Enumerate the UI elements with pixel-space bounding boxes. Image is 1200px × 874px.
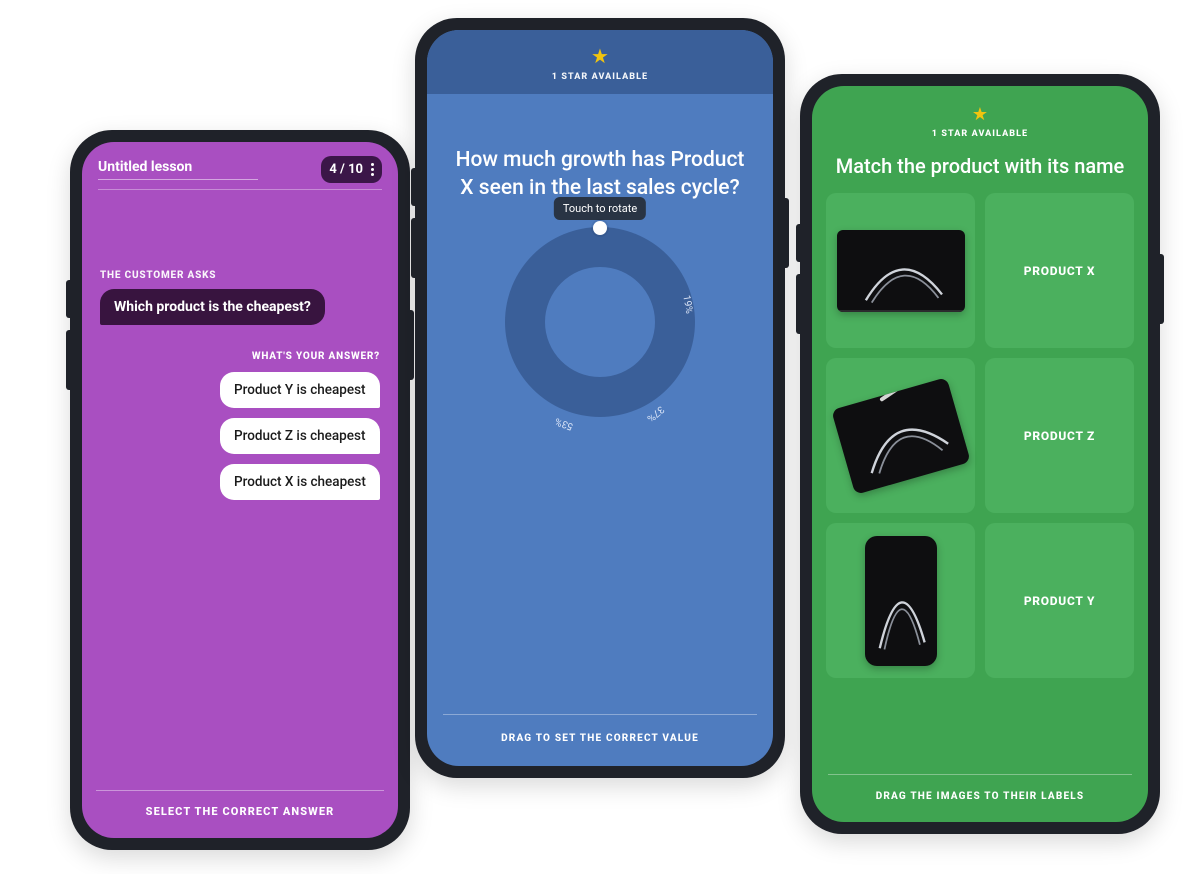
customer-asks-label: THE CUSTOMER ASKS <box>100 270 380 281</box>
product-label: PRODUCT Y <box>1024 594 1095 608</box>
product-label: PRODUCT Z <box>1024 429 1095 443</box>
rotary-dial[interactable]: Touch to rotate 19% 37% 53% <box>505 227 695 417</box>
answer-option[interactable]: Product X is cheapest <box>220 464 380 500</box>
dial-handle[interactable] <box>593 221 607 235</box>
match-label-cell[interactable]: PRODUCT Y <box>985 523 1134 678</box>
dial-ring[interactable] <box>505 227 695 417</box>
screen-blue: ★ 1 STAR AVAILABLE How much growth has P… <box>427 30 773 766</box>
match-label-cell[interactable]: PRODUCT X <box>985 193 1134 348</box>
match-image-tablet[interactable] <box>826 358 975 513</box>
dial-center <box>545 267 655 377</box>
dial-tick: 19% <box>681 294 695 314</box>
star-banner: ★ 1 STAR AVAILABLE <box>427 30 773 94</box>
answer-option[interactable]: Product Y is cheapest <box>220 372 380 408</box>
answer-list: Product Y is cheapest Product Z is cheap… <box>100 372 380 500</box>
star-banner: ★ 1 STAR AVAILABLE <box>812 86 1148 145</box>
question-bubble: Which product is the cheapest? <box>100 289 325 325</box>
progress-pill: 4 / 10 <box>321 156 382 183</box>
star-available-label: 1 STAR AVAILABLE <box>812 129 1148 139</box>
dial-tooltip: Touch to rotate <box>554 197 646 220</box>
phone-side-button <box>785 198 789 268</box>
phone-quiz-match: ★ 1 STAR AVAILABLE Match the product wit… <box>800 74 1160 834</box>
match-label-cell[interactable]: PRODUCT Z <box>985 358 1134 513</box>
phone-side-button <box>66 330 70 390</box>
screen-purple: Untitled lesson 4 / 10 THE CUSTOMER ASKS… <box>82 142 398 838</box>
phone-side-button <box>411 168 415 206</box>
match-image-laptop[interactable] <box>826 193 975 348</box>
footer-instruction: DRAG TO SET THE CORRECT VALUE <box>427 715 773 766</box>
screen-green: ★ 1 STAR AVAILABLE Match the product wit… <box>812 86 1148 822</box>
lesson-topbar: Untitled lesson 4 / 10 <box>82 142 398 189</box>
smartphone-icon <box>865 536 937 666</box>
match-image-phone[interactable] <box>826 523 975 678</box>
answer-option[interactable]: Product Z is cheapest <box>220 418 380 454</box>
answer-prompt-label: WHAT'S YOUR ANSWER? <box>100 351 380 362</box>
lesson-title[interactable]: Untitled lesson <box>98 159 258 180</box>
product-label: PRODUCT X <box>1024 264 1096 278</box>
phone-side-button <box>411 218 415 278</box>
phone-side-button <box>410 310 414 380</box>
dial-container: Touch to rotate 19% 37% 53% <box>427 227 773 417</box>
footer-instruction: DRAG THE IMAGES TO THEIR LABELS <box>812 775 1148 822</box>
phone-quiz-dial: ★ 1 STAR AVAILABLE How much growth has P… <box>415 18 785 778</box>
match-grid: PRODUCT X PRODUCT Z PRODUCT Y <box>812 193 1148 678</box>
phone-side-button <box>796 224 800 262</box>
phone-side-button <box>796 274 800 334</box>
progress-counter: 4 / 10 <box>329 162 363 177</box>
star-available-label: 1 STAR AVAILABLE <box>427 72 773 82</box>
star-icon: ★ <box>427 46 773 66</box>
phone-quiz-multiple-choice: Untitled lesson 4 / 10 THE CUSTOMER ASKS… <box>70 130 410 850</box>
laptop-icon <box>837 230 965 312</box>
tablet-icon <box>831 377 971 495</box>
match-title: Match the product with its name <box>812 145 1148 193</box>
phone-side-button <box>1160 254 1164 324</box>
footer-instruction: SELECT THE CORRECT ANSWER <box>82 791 398 838</box>
phone-side-button <box>66 280 70 318</box>
more-menu-icon[interactable] <box>371 163 374 176</box>
star-icon: ★ <box>812 104 1148 125</box>
